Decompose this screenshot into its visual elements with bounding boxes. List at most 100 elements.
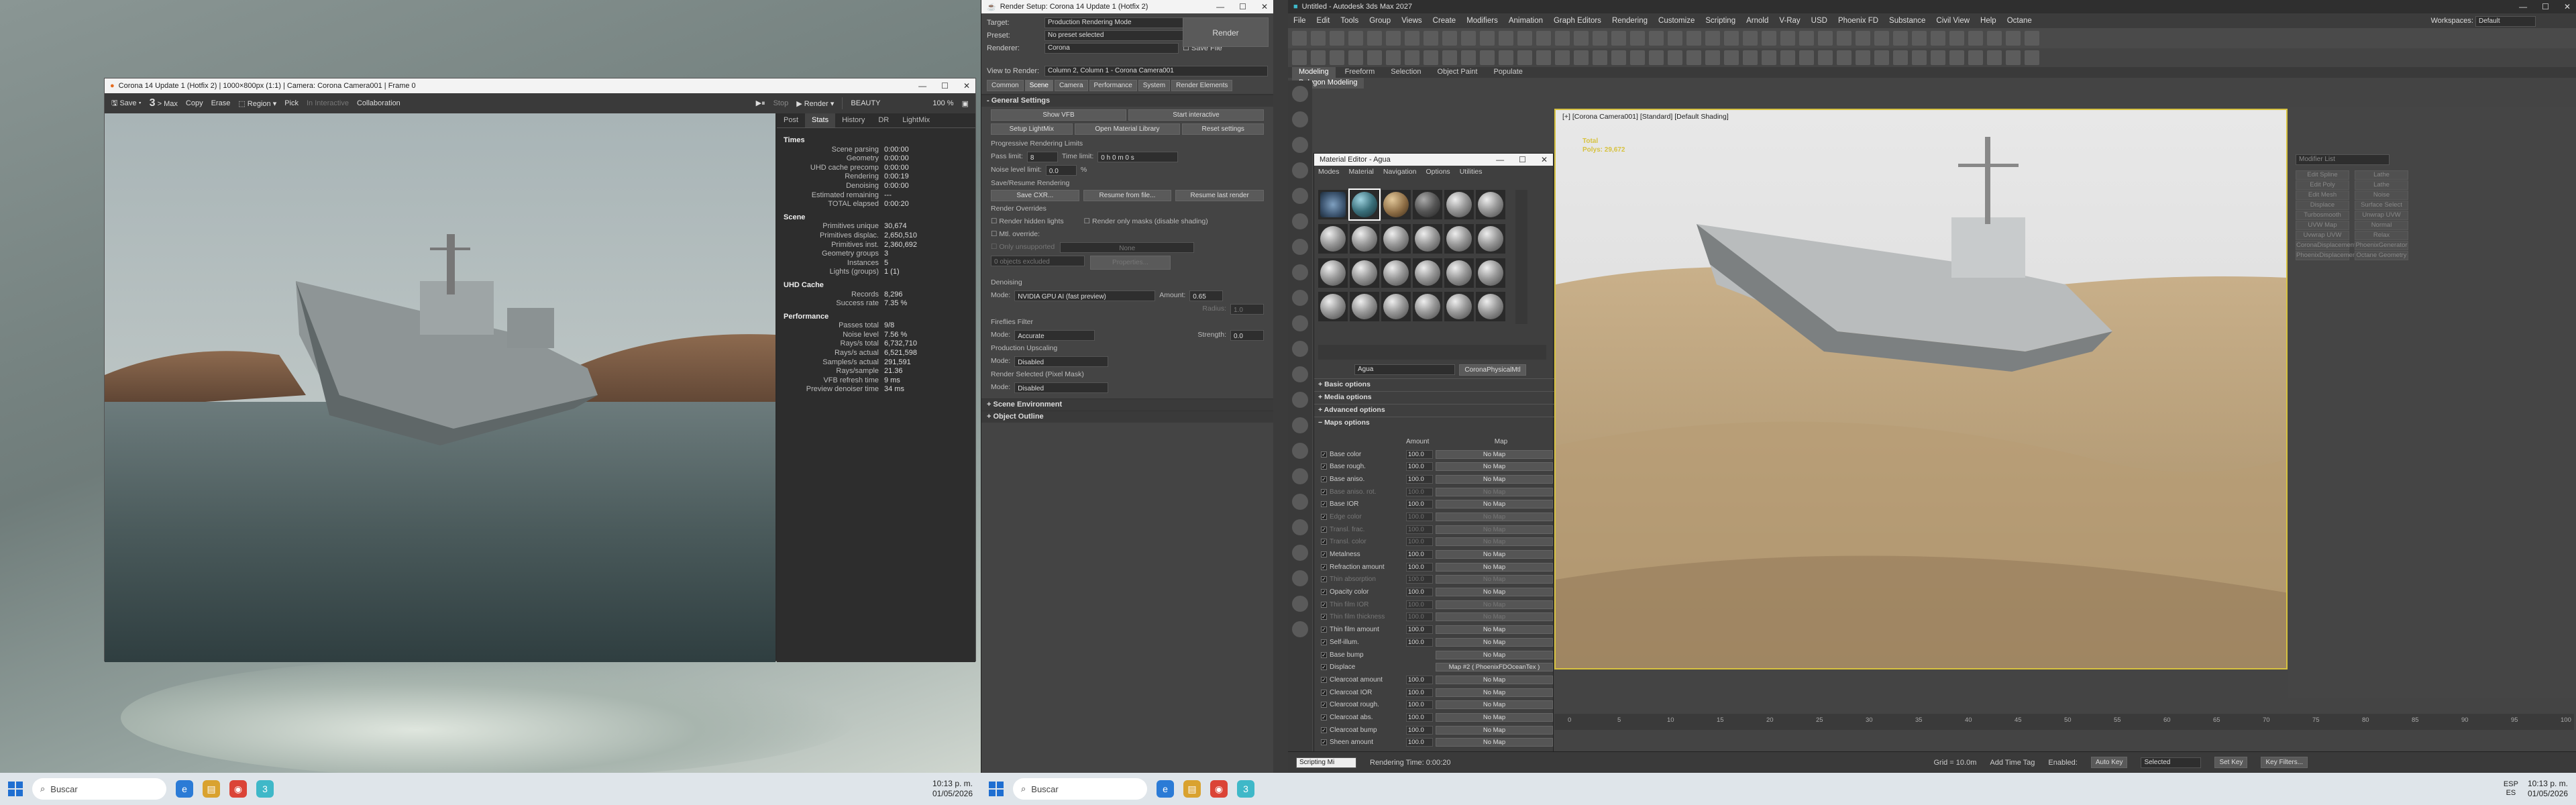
map-amount-field[interactable]: 100.0 — [1406, 474, 1433, 484]
toolbar-tool-icon[interactable] — [1931, 50, 1945, 65]
toolbar-tool-icon[interactable] — [1874, 31, 1889, 46]
modifier-button[interactable]: Surface Select — [2355, 201, 2408, 210]
side-tool-icon[interactable] — [1292, 264, 1308, 280]
region-button[interactable]: ⬚ Region ▾ — [238, 99, 276, 108]
map-amount-field[interactable]: 100.0 — [1406, 588, 1433, 597]
modifier-button[interactable]: Edit Spline — [2296, 170, 2349, 180]
toolbar-tool-icon[interactable] — [2025, 50, 2039, 65]
side-tool-icon[interactable] — [1292, 315, 1308, 331]
rs-tab-performance[interactable]: Performance — [1089, 80, 1137, 91]
map-enable-checkbox[interactable]: ✓ — [1321, 601, 1327, 608]
map-slot-button[interactable]: Map #2 ( PhoenixFDOceanTex ) — [1436, 663, 1553, 672]
close-icon[interactable]: ✕ — [963, 81, 970, 91]
chrome-icon[interactable]: ◉ — [229, 780, 247, 798]
side-tool-icon[interactable] — [1292, 366, 1308, 382]
material-slot[interactable] — [1350, 292, 1379, 322]
map-amount-field[interactable]: 100.0 — [1406, 688, 1433, 697]
reset-settings-button[interactable]: Reset settings — [1182, 123, 1264, 135]
toolbar-tool-icon[interactable] — [1874, 50, 1889, 65]
toolbar-tool-icon[interactable] — [1893, 50, 1908, 65]
menu-views[interactable]: Views — [1401, 17, 1421, 25]
toolbar-tool-icon[interactable] — [1743, 50, 1758, 65]
map-amount-field[interactable]: 100.0 — [1406, 725, 1433, 735]
map-enable-checkbox[interactable]: ✓ — [1321, 714, 1327, 720]
start-icon[interactable] — [989, 782, 1004, 796]
side-tool-icon[interactable] — [1292, 596, 1308, 612]
edge-icon[interactable]: e — [176, 780, 193, 798]
material-slot[interactable] — [1381, 292, 1411, 322]
rs-tab-camera[interactable]: Camera — [1054, 80, 1088, 91]
vfb-tab-history[interactable]: History — [835, 113, 871, 127]
menu-octane[interactable]: Octane — [2007, 17, 2032, 25]
vfb-tab-post[interactable]: Post — [777, 113, 805, 127]
toolbar-tool-icon[interactable] — [1987, 50, 2002, 65]
vfb-tab-lightmix[interactable]: LightMix — [896, 113, 936, 127]
toolbar-tool-icon[interactable] — [1630, 31, 1645, 46]
modifier-button[interactable]: Lathe — [2355, 180, 2408, 190]
pass-limit-field[interactable]: 8 — [1026, 152, 1058, 162]
toolbar-tool-icon[interactable] — [1649, 50, 1664, 65]
toolbar-tool-icon[interactable] — [1724, 31, 1739, 46]
map-enable-checkbox[interactable]: ✓ — [1321, 526, 1327, 533]
modifier-button[interactable]: Relax — [2355, 231, 2408, 240]
map-amount-field[interactable]: 100.0 — [1406, 550, 1433, 559]
map-enable-checkbox[interactable]: ✓ — [1321, 614, 1327, 621]
map-enable-checkbox[interactable]: ✓ — [1321, 488, 1327, 495]
toolbar-tool-icon[interactable] — [1949, 50, 1964, 65]
close-icon[interactable]: ✕ — [2564, 2, 2571, 11]
toolbar-tool-icon[interactable] — [1818, 31, 1833, 46]
side-tool-icon[interactable] — [1292, 494, 1308, 510]
scene-environment-header[interactable]: + Scene Environment — [981, 398, 1273, 411]
menu-help[interactable]: Help — [1980, 17, 1996, 25]
resume-file-button[interactable]: Resume from file... — [1083, 190, 1172, 201]
modifier-button[interactable]: Normal — [2355, 221, 2408, 230]
toolbar-tool-icon[interactable] — [1968, 31, 1983, 46]
map-enable-checkbox[interactable]: ✓ — [1321, 651, 1327, 658]
modifier-list-select[interactable]: Modifier List — [2296, 154, 2390, 165]
toolbar-tool-icon[interactable] — [1893, 31, 1908, 46]
toolbar-tool-icon[interactable] — [1499, 31, 1513, 46]
side-tool-icon[interactable] — [1292, 443, 1308, 459]
toolbar-tool-icon[interactable] — [1292, 50, 1307, 65]
only-unsupported-checkbox[interactable]: ☐ Only unsupported — [991, 242, 1055, 253]
menu-civil-view[interactable]: Civil View — [1936, 17, 1970, 25]
toolbar-tool-icon[interactable] — [1311, 50, 1326, 65]
viewport-label[interactable]: [+] [Corona Camera001] [Standard] [Defau… — [1562, 113, 1729, 121]
material-slot[interactable] — [1318, 190, 1348, 219]
maximize-icon[interactable]: ☐ — [2542, 2, 2549, 11]
copy-button[interactable]: Copy — [186, 99, 203, 107]
edge-icon[interactable]: e — [1157, 780, 1174, 798]
rollout-header[interactable]: − Maps options — [1314, 417, 1554, 429]
map-amount-field[interactable]: 100.0 — [1406, 525, 1433, 534]
toolbar-tool-icon[interactable] — [1630, 50, 1645, 65]
menu-substance[interactable]: Substance — [1889, 17, 1925, 25]
close-icon[interactable]: ✕ — [1541, 155, 1548, 164]
toolbar-tool-icon[interactable] — [1330, 31, 1344, 46]
toolbar-tool-icon[interactable] — [1461, 50, 1476, 65]
erase-button[interactable]: Erase — [211, 99, 231, 107]
map-slot-button[interactable]: No Map — [1436, 600, 1553, 609]
menu-v-ray[interactable]: V-Ray — [1779, 17, 1800, 25]
toolbar-tool-icon[interactable] — [1442, 31, 1457, 46]
map-amount-field[interactable]: 100.0 — [1406, 512, 1433, 521]
map-amount-field[interactable]: 100.0 — [1406, 562, 1433, 572]
hidden-lights-checkbox[interactable]: ☐ Render hidden lights — [991, 217, 1064, 227]
material-slot[interactable] — [1381, 223, 1411, 254]
map-amount-field[interactable]: 100.0 — [1406, 537, 1433, 547]
menu-create[interactable]: Create — [1433, 17, 1456, 25]
map-amount-field[interactable]: 100.0 — [1406, 449, 1433, 459]
selected-select[interactable]: Selected — [2141, 757, 2202, 768]
material-slot[interactable] — [1476, 190, 1505, 219]
map-slot-button[interactable]: No Map — [1436, 525, 1553, 534]
toolbar-tool-icon[interactable] — [1649, 31, 1664, 46]
map-enable-checkbox[interactable]: ✓ — [1321, 476, 1327, 482]
toolbar-tool-icon[interactable] — [1461, 31, 1476, 46]
modifier-button[interactable]: PhoenixDisplacementMod — [2296, 251, 2370, 260]
close-icon[interactable]: ✕ — [1261, 2, 1268, 11]
toolbar-tool-icon[interactable] — [1424, 31, 1438, 46]
map-slot-button[interactable]: No Map — [1436, 712, 1553, 722]
map-enable-checkbox[interactable]: ✓ — [1321, 676, 1327, 683]
toolbar-tool-icon[interactable] — [2025, 31, 2039, 46]
map-amount-field[interactable]: 100.0 — [1406, 712, 1433, 722]
map-amount-field[interactable]: 100.0 — [1406, 700, 1433, 710]
